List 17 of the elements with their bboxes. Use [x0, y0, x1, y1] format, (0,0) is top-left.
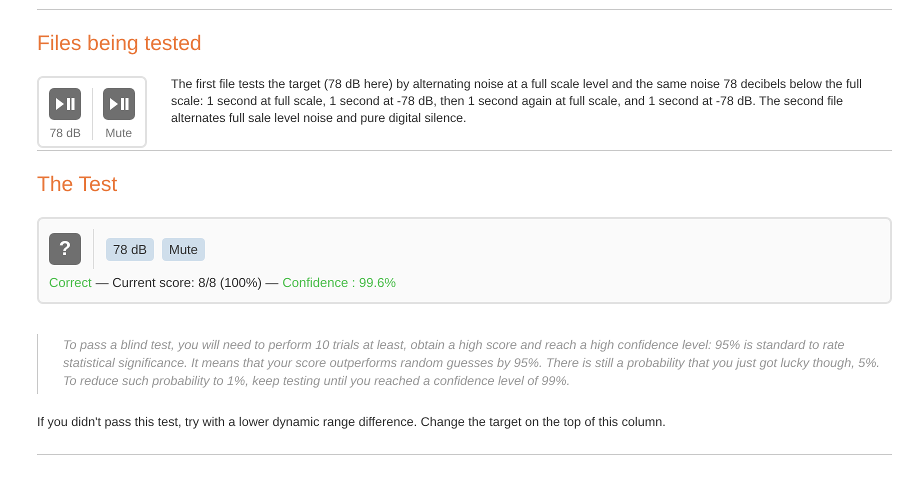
answer-button[interactable]: 78 dB: [106, 238, 154, 260]
player-label: 78 dB: [50, 126, 81, 140]
mystery-button[interactable]: ?: [49, 233, 81, 265]
play-pause-icon: [55, 98, 76, 110]
description-text: The first file tests the target (78 dB here) by alternating noise at a full scale level and the same noise 78 decibels below the full scale: 1 second at full scale, 1 second at -78 dB, then 1 second again at full scale, and 1 second at -78 dB. The second file alternates full sale level noise and pure digital silence.: [171, 76, 863, 127]
section-heading: The Test: [37, 173, 118, 197]
player-label: Mute: [105, 126, 132, 140]
play-pause-button[interactable]: [102, 88, 135, 120]
note-quote: To pass a blind test, you will need to perform 10 trials at least, obtain a high score and reach a high confidence level: 95% is standard to rate statistical significance. It means that your score outperforms random guesses by 95%. There is still a probability that you just got lucky though, 5%. To reduce such probability to 1%, keep testing until you reached a confidence level of 99%.: [37, 334, 892, 394]
score-text: — Current score: 8/8 (100%) —: [96, 275, 278, 290]
hint-text: If you didn't pass this test, try with a lower dynamic range difference. Change the target on the top of this column.: [37, 415, 667, 429]
confidence-text: Confidence : 99.6%: [282, 275, 396, 290]
section-heading: Files being tested: [37, 32, 203, 56]
play-pause-icon: [108, 98, 129, 110]
result-text: Correct: [49, 275, 92, 290]
play-pause-button[interactable]: [49, 88, 82, 120]
answer-button[interactable]: Mute: [162, 238, 205, 260]
